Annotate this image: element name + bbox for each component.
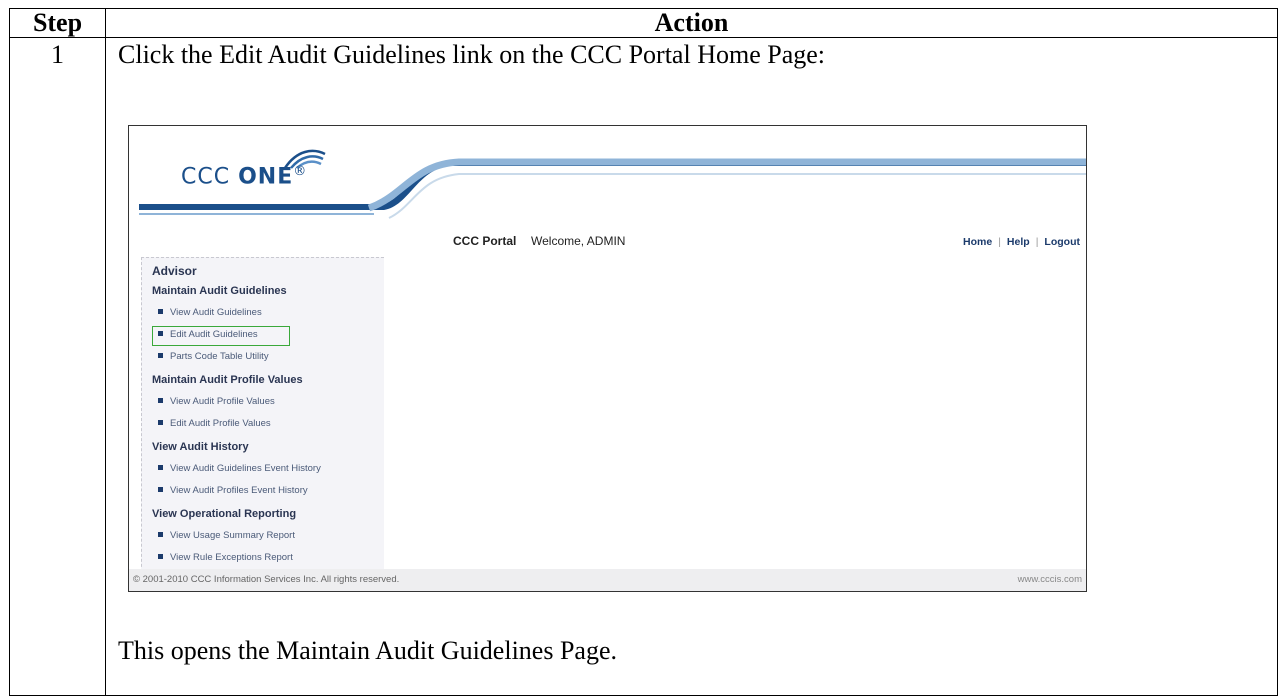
sidebar-title: Advisor [152, 264, 197, 278]
step-header: Step [9, 8, 106, 38]
sidebar-section-heading: View Audit History [152, 441, 249, 453]
sidebar-item-view-audit-profiles-event-history[interactable]: View Audit Profiles Event History [158, 485, 308, 496]
sidebar-item-edit-audit-profile-values[interactable]: Edit Audit Profile Values [158, 418, 271, 429]
portal-screenshot: CCC ONE® CCC Portal Welcome, ADMIN Home |… [128, 125, 1087, 592]
bullet-icon [158, 397, 163, 403]
action-header: Action [105, 8, 1278, 38]
bullet-icon [158, 553, 163, 559]
sidebar-item-view-audit-guidelines-event-history[interactable]: View Audit Guidelines Event History [158, 463, 321, 474]
sidebar-section-heading: View Operational Reporting [152, 508, 297, 520]
step-instruction: Click the Edit Audit Guidelines link on … [118, 40, 826, 69]
logout-link[interactable]: Logout [1044, 236, 1080, 248]
bullet-icon [158, 486, 163, 492]
portal-footer: © 2001-2010 CCC Information Services Inc… [129, 569, 1086, 591]
footer-copyright: © 2001-2010 CCC Information Services Inc… [133, 574, 400, 585]
help-link[interactable]: Help [1007, 236, 1030, 248]
sidebar-item-view-audit-profile-values[interactable]: View Audit Profile Values [158, 396, 275, 407]
sidebar-section-heading: Maintain Audit Guidelines [152, 285, 287, 297]
portal-name: CCC Portal [453, 234, 517, 248]
footer-site-link[interactable]: www.cccis.com [1018, 574, 1082, 585]
sidebar-item-parts-code-table-utility[interactable]: Parts Code Table Utility [158, 351, 269, 362]
bullet-icon [158, 352, 163, 358]
step-result: This opens the Maintain Audit Guidelines… [118, 636, 617, 665]
action-cell: Click the Edit Audit Guidelines link on … [105, 37, 1278, 696]
bullet-icon [158, 308, 163, 314]
bullet-icon [158, 419, 163, 425]
ccc-one-logo: CCC ONE® [181, 164, 308, 190]
sidebar-item-view-usage-summary-report[interactable]: View Usage Summary Report [158, 530, 295, 541]
sidebar-section-heading: Maintain Audit Profile Values [152, 374, 303, 386]
home-link[interactable]: Home [963, 236, 992, 248]
advisor-sidebar: Advisor Maintain Audit Guidelines View A… [141, 257, 384, 582]
table-header-row: Step Action [9, 8, 1278, 38]
highlight-box [152, 326, 290, 346]
sidebar-item-view-audit-guidelines[interactable]: View Audit Guidelines [158, 307, 262, 318]
welcome-text: Welcome, ADMIN [531, 234, 626, 248]
bullet-icon [158, 464, 163, 470]
sidebar-item-view-rule-exceptions-report[interactable]: View Rule Exceptions Report [158, 552, 293, 563]
bullet-icon [158, 531, 163, 537]
procedure-table: Step Action 1 Click the Edit Audit Guide… [9, 8, 1278, 696]
step-number: 1 [9, 37, 106, 696]
top-nav-links: Home | Help | Logout [963, 236, 1080, 248]
table-row: 1 Click the Edit Audit Guidelines link o… [9, 37, 1278, 696]
